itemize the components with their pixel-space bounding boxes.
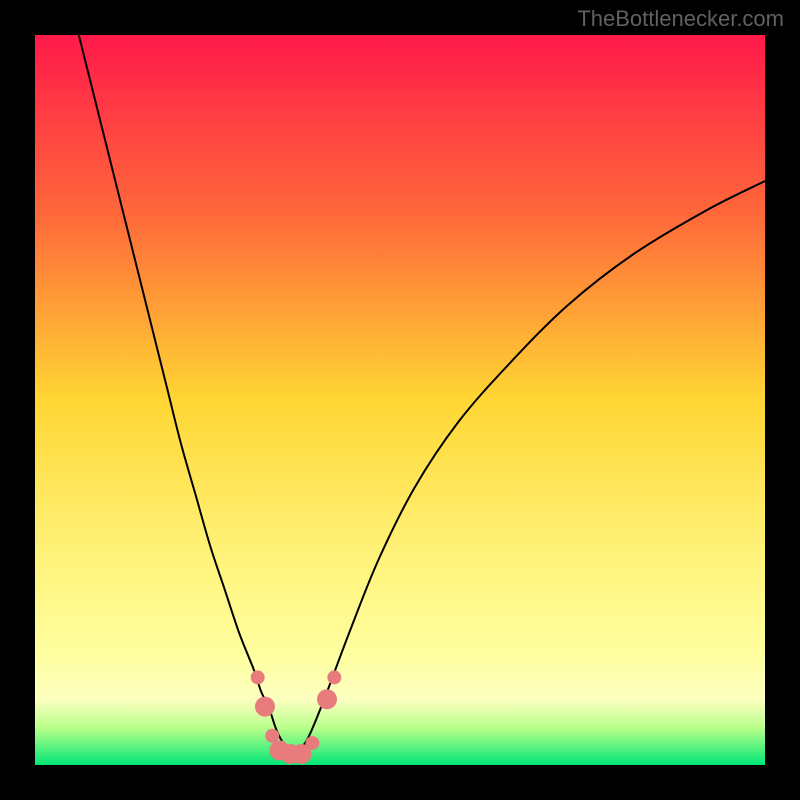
chart-curve-layer — [35, 35, 765, 765]
bottleneck-curve — [79, 35, 765, 751]
marker-point — [305, 736, 319, 750]
highlight-markers — [251, 670, 342, 764]
watermark-text: TheBottlenecker.com — [577, 6, 784, 32]
marker-point — [255, 697, 275, 717]
marker-point — [317, 689, 337, 709]
marker-point — [251, 670, 265, 684]
chart-plot-area — [35, 35, 765, 765]
marker-point — [327, 670, 341, 684]
